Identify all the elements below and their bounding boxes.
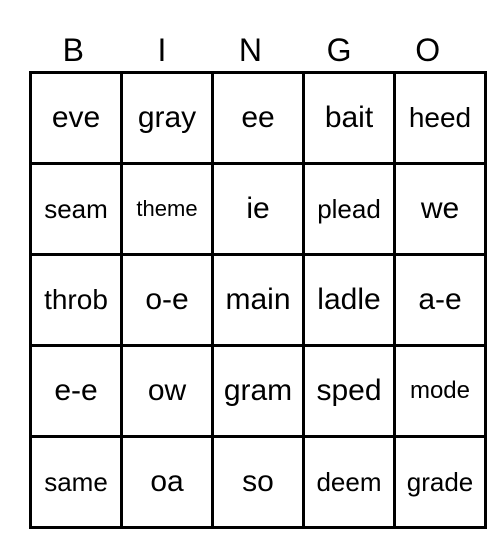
grid-row: eve gray ee bait heed — [29, 71, 487, 165]
bingo-cell: bait — [302, 71, 396, 165]
grid-row: seam theme ie plead we — [29, 162, 487, 256]
header-letter-b: B — [62, 32, 84, 68]
bingo-cell: theme — [120, 162, 214, 256]
bingo-cell: throb — [29, 253, 123, 347]
bingo-card-grid: eve gray ee bait heed seam theme ie plea… — [29, 71, 487, 529]
header-letter-i: I — [157, 32, 167, 68]
bingo-cell: oa — [120, 435, 214, 529]
grid-row: throb o-e main ladle a-e — [29, 253, 487, 347]
bingo-cell: o-e — [120, 253, 214, 347]
bingo-cell: a-e — [393, 253, 487, 347]
bingo-cell: ie — [211, 162, 305, 256]
bingo-cell: gray — [120, 71, 214, 165]
bingo-cell: sped — [302, 344, 396, 438]
grid-row: e-e ow gram sped mode — [29, 344, 487, 438]
bingo-cell: ladle — [302, 253, 396, 347]
header-letter-n: N — [238, 32, 263, 68]
bingo-cell: ee — [211, 71, 305, 165]
bingo-header: B I N G O — [29, 28, 472, 72]
header-letter-g: G — [326, 32, 352, 68]
grid-row: same oa so deem grade — [29, 435, 487, 529]
header-letter-o: O — [415, 32, 441, 68]
bingo-cell: grade — [393, 435, 487, 529]
bingo-cell: eve — [29, 71, 123, 165]
bingo-cell: e-e — [29, 344, 123, 438]
bingo-cell: seam — [29, 162, 123, 256]
bingo-cell: so — [211, 435, 305, 529]
bingo-cell: ow — [120, 344, 214, 438]
bingo-cell: heed — [393, 71, 487, 165]
bingo-cell: gram — [211, 344, 305, 438]
bingo-cell: main — [211, 253, 305, 347]
bingo-cell: mode — [393, 344, 487, 438]
bingo-cell: same — [29, 435, 123, 529]
bingo-cell: plead — [302, 162, 396, 256]
bingo-cell: deem — [302, 435, 396, 529]
bingo-cell: we — [393, 162, 487, 256]
